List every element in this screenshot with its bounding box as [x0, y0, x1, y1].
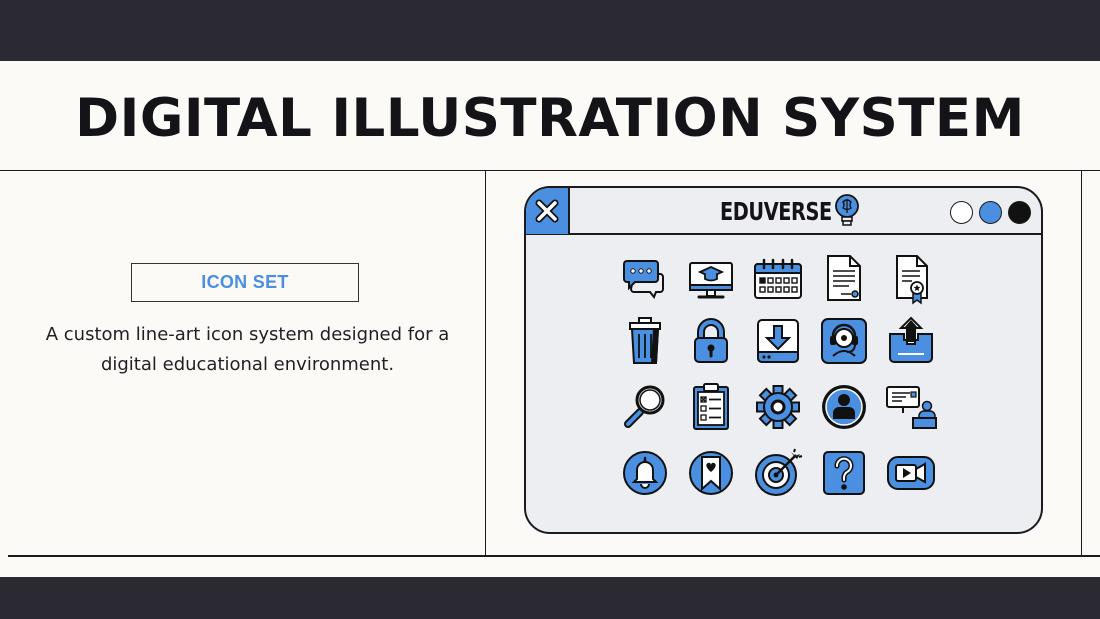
trash-bin-icon[interactable]: [620, 316, 670, 366]
close-button[interactable]: [526, 188, 570, 234]
window-dot-white[interactable]: [950, 201, 973, 224]
calendar-icon[interactable]: [753, 254, 803, 304]
icon-set-badge: ICON SET: [131, 263, 359, 302]
magnifier-icon[interactable]: [620, 382, 670, 432]
upload-share-icon[interactable]: [886, 316, 936, 366]
description: A custom line-art icon system designed f…: [20, 320, 475, 380]
headset-support-icon[interactable]: [819, 316, 869, 366]
user-profile-icon[interactable]: [819, 382, 869, 432]
teacher-presentation-icon[interactable]: [886, 382, 937, 432]
computer-graduation-cap-icon[interactable]: [686, 254, 736, 304]
top-dark-bar: [0, 0, 1100, 61]
description-line-1: A custom line-art icon system designed f…: [45, 324, 450, 345]
gear-icon[interactable]: [753, 382, 803, 432]
certificate-icon[interactable]: [886, 254, 936, 305]
bottom-divider: [8, 555, 1100, 557]
bookmark-heart-icon[interactable]: [686, 448, 736, 498]
video-camera-icon[interactable]: [886, 448, 936, 498]
eduverse-window: EDUVERSE: [524, 186, 1043, 534]
description-line-2: digital educational environment.: [100, 354, 395, 375]
page-title: DIGITAL ILLUSTRATION SYSTEM: [75, 88, 1025, 149]
window-dot-blue[interactable]: [979, 201, 1002, 224]
icon-set-label: ICON SET: [201, 272, 289, 292]
download-icon[interactable]: [753, 316, 803, 366]
lightbulb-icon: [835, 194, 859, 226]
document-icon[interactable]: [819, 254, 869, 304]
bell-icon[interactable]: [620, 448, 670, 498]
window-titlebar: EDUVERSE: [526, 188, 1041, 235]
window-dot-black[interactable]: [1008, 201, 1031, 224]
target-icon[interactable]: [753, 448, 803, 498]
bottom-dark-bar: [0, 577, 1100, 619]
question-mark-icon[interactable]: [819, 448, 869, 498]
close-icon: [535, 199, 559, 223]
window-title: EDUVERSE: [720, 197, 832, 226]
chat-bubbles-icon[interactable]: [620, 254, 670, 304]
clipboard-checklist-icon[interactable]: [686, 382, 736, 432]
padlock-icon[interactable]: [686, 316, 736, 366]
